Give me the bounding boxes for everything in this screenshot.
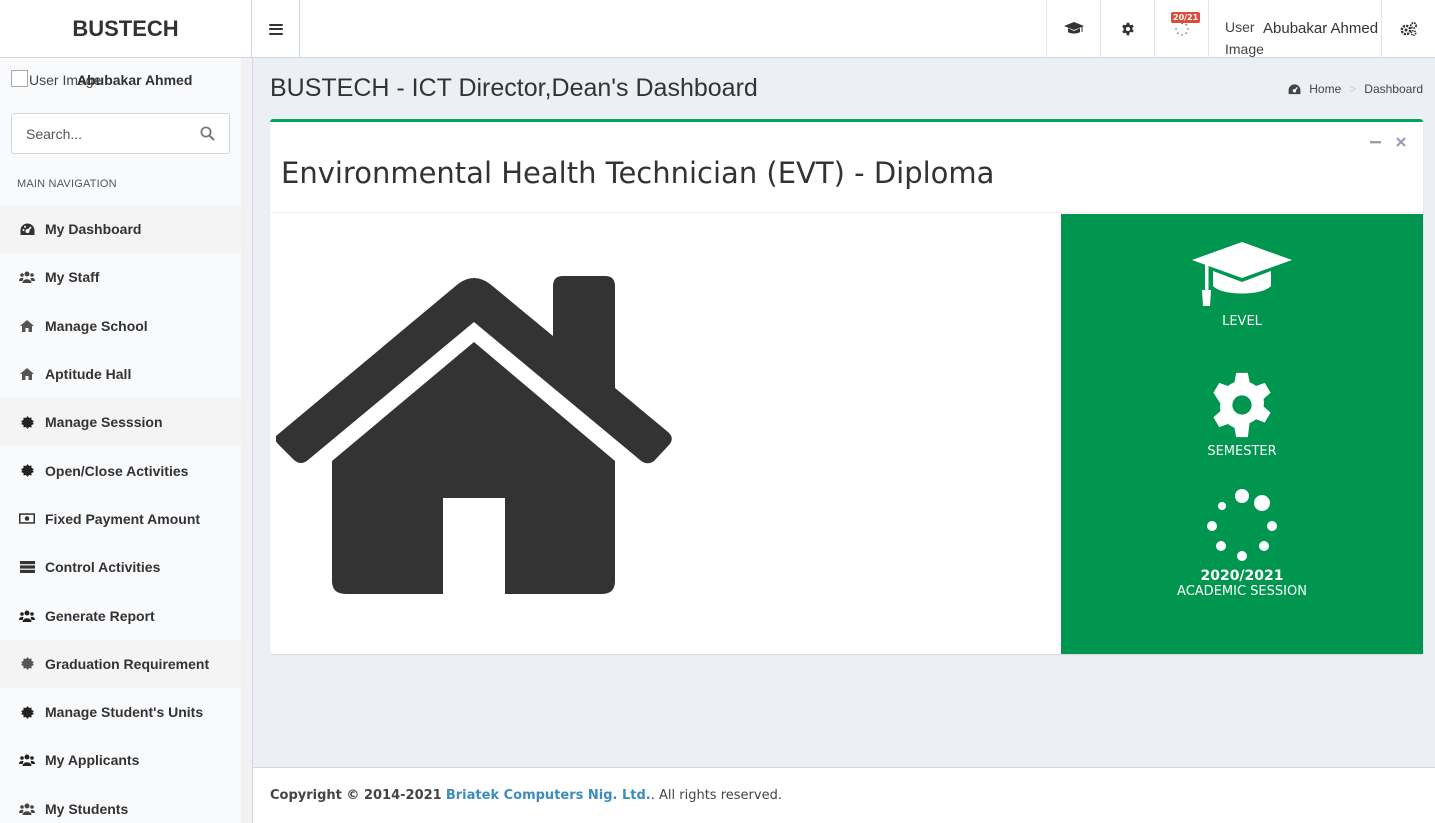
semester-label: SEMESTER bbox=[1207, 444, 1277, 459]
sidebar-item-label: My Staff bbox=[45, 269, 100, 286]
breadcrumb: Home > Dashboard bbox=[1288, 82, 1423, 96]
search-icon[interactable] bbox=[200, 126, 215, 141]
control-sidebar-button[interactable] bbox=[1381, 0, 1435, 58]
sidebar-item-label: My Dashboard bbox=[45, 221, 142, 238]
breadcrumb-current: Dashboard bbox=[1364, 82, 1423, 96]
sidebar-toggle-button[interactable] bbox=[252, 0, 300, 58]
gears-icon bbox=[1400, 22, 1417, 37]
footer-text: Copyright © 2014-2021 Briatek Computers … bbox=[270, 788, 782, 803]
sidebar-item-manage-school[interactable]: Manage School bbox=[0, 302, 242, 350]
sidebar-scrollbar[interactable] bbox=[241, 58, 253, 823]
program-stats-panel: LEVEL SEMESTER 2020/2021 ACADEMIC SESSIO… bbox=[1061, 214, 1423, 654]
sidebar-item-fixed-payment-amount[interactable]: Fixed Payment Amount bbox=[0, 495, 242, 543]
user-menu[interactable]: User Image Abubakar Ahmed bbox=[1208, 0, 1381, 58]
main-navigation-header: MAIN NAVIGATION bbox=[17, 178, 117, 190]
users-icon bbox=[19, 753, 35, 767]
company-link[interactable]: Briatek Computers Nig. Ltd. bbox=[446, 788, 651, 803]
users-icon bbox=[19, 270, 35, 284]
footer: Copyright © 2014-2021 Briatek Computers … bbox=[253, 767, 1435, 823]
semester-stat[interactable]: SEMESTER bbox=[1061, 370, 1423, 459]
sidebar-item-my-dashboard[interactable]: My Dashboard bbox=[0, 205, 242, 254]
session-nav-button[interactable]: 20/21 bbox=[1154, 0, 1208, 58]
collapse-button[interactable] bbox=[1369, 136, 1381, 148]
sidebar: User Image Abubakar Ahmed MAIN NAVIGATIO… bbox=[0, 58, 242, 823]
rights-text: . All rights reserved. bbox=[650, 788, 782, 803]
top-header: BUSTECH 20/21 User Image Abubakar Ahmed bbox=[0, 0, 1435, 58]
spinner-icon bbox=[1174, 21, 1189, 36]
graduation-cap-icon bbox=[1192, 242, 1292, 306]
app-logo[interactable]: BUSTECH bbox=[0, 0, 252, 58]
sidebar-item-label: Manage Student's Units bbox=[45, 704, 204, 721]
sidebar-item-generate-report[interactable]: Generate Report bbox=[0, 591, 242, 639]
sidebar-item-label: Open/Close Activities bbox=[45, 462, 189, 479]
sidebar-item-my-staff[interactable]: My Staff bbox=[0, 253, 242, 301]
program-title: Environmental Health Technician (EVT) - … bbox=[281, 156, 995, 190]
home-icon bbox=[276, 276, 672, 594]
close-icon bbox=[1396, 137, 1406, 147]
server-icon bbox=[19, 560, 35, 574]
session-value: 2020/2021 bbox=[1200, 568, 1284, 584]
sidebar-user-name: Abubakar Ahmed bbox=[77, 72, 193, 88]
sidebar-item-graduation-requirement[interactable]: Graduation Requirement bbox=[0, 639, 242, 688]
sidebar-item-label: Fixed Payment Amount bbox=[45, 510, 201, 527]
spinner-icon bbox=[1207, 489, 1277, 561]
level-nav-button[interactable] bbox=[1046, 0, 1100, 58]
gear-icon bbox=[1121, 22, 1134, 36]
sidebar-item-aptitude-hall[interactable]: Aptitude Hall bbox=[0, 350, 242, 398]
sidebar-item-label: My Students bbox=[45, 800, 129, 817]
level-stat[interactable]: LEVEL bbox=[1061, 240, 1423, 329]
session-label: ACADEMIC SESSION bbox=[1177, 584, 1307, 599]
breadcrumb-home-link[interactable]: Home bbox=[1309, 82, 1341, 96]
money-icon bbox=[19, 512, 35, 526]
program-box: Environmental Health Technician (EVT) - … bbox=[270, 119, 1423, 654]
certificate-icon bbox=[19, 415, 35, 429]
gear-icon bbox=[19, 657, 35, 671]
sidebar-item-my-applicants[interactable]: My Applicants bbox=[0, 736, 242, 784]
sidebar-user-panel: User Image Abubakar Ahmed bbox=[0, 58, 242, 102]
sidebar-item-label: Graduation Requirement bbox=[45, 655, 210, 672]
hamburger-icon bbox=[268, 23, 283, 35]
search-input[interactable] bbox=[12, 125, 192, 142]
sidebar-item-control-activities[interactable]: Control Activities bbox=[0, 543, 242, 591]
users-icon bbox=[19, 609, 35, 623]
certificate-icon bbox=[19, 705, 35, 719]
gear-icon bbox=[1213, 372, 1271, 438]
sidebar-item-label: Generate Report bbox=[45, 607, 155, 624]
level-label: LEVEL bbox=[1222, 314, 1262, 329]
sidebar-menu: My Dashboard My Staff Manage School Apti… bbox=[0, 205, 242, 823]
user-image-placeholder bbox=[11, 70, 28, 87]
session-stat[interactable]: 2020/2021 ACADEMIC SESSION bbox=[1061, 488, 1423, 599]
box-divider bbox=[270, 212, 1423, 213]
sidebar-item-label: Control Activities bbox=[45, 559, 161, 576]
breadcrumb-separator: > bbox=[1349, 82, 1357, 96]
box-tools bbox=[1369, 136, 1407, 148]
certificate-icon bbox=[19, 464, 35, 478]
sidebar-item-label: Aptitude Hall bbox=[45, 366, 132, 383]
sidebar-search bbox=[11, 113, 230, 154]
remove-button[interactable] bbox=[1395, 136, 1407, 148]
home-icon bbox=[19, 367, 35, 381]
sidebar-item-label: Manage School bbox=[45, 317, 148, 334]
home-icon bbox=[19, 319, 35, 333]
session-badge: 20/21 bbox=[1171, 12, 1201, 23]
sidebar-item-manage-session[interactable]: Manage Sesssion bbox=[0, 398, 242, 447]
sidebar-item-label: Manage Sesssion bbox=[45, 414, 163, 431]
sidebar-item-open-close-activities[interactable]: Open/Close Activities bbox=[0, 446, 242, 494]
dashboard-icon bbox=[1288, 83, 1301, 94]
semester-nav-button[interactable] bbox=[1100, 0, 1154, 58]
graduation-cap-icon bbox=[1063, 22, 1084, 34]
sidebar-item-my-students[interactable]: My Students bbox=[0, 785, 242, 823]
dashboard-icon bbox=[19, 222, 35, 236]
page-title: BUSTECH - ICT Director,Dean's Dashboard bbox=[270, 74, 758, 102]
sidebar-item-manage-students-units[interactable]: Manage Student's Units bbox=[0, 688, 242, 736]
sidebar-item-label: My Applicants bbox=[45, 752, 140, 769]
users-icon bbox=[19, 802, 35, 816]
header-nav: 20/21 User Image Abubakar Ahmed bbox=[1046, 0, 1435, 58]
minus-icon bbox=[1369, 140, 1381, 143]
copyright-text: Copyright © 2014-2021 bbox=[270, 788, 442, 803]
user-name: Abubakar Ahmed bbox=[1263, 20, 1379, 37]
